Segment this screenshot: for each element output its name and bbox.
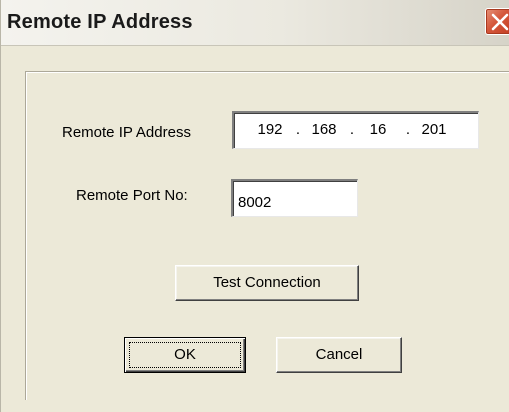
close-icon bbox=[491, 13, 509, 31]
ip-octet-2[interactable]: 168 bbox=[306, 121, 342, 138]
window-title: Remote IP Address bbox=[7, 11, 193, 33]
title-bar[interactable]: Remote IP Address bbox=[1, 0, 509, 46]
ip-octet-4[interactable]: 201 bbox=[416, 121, 452, 138]
ok-button[interactable]: OK bbox=[124, 337, 246, 373]
cancel-button[interactable]: Cancel bbox=[276, 337, 402, 373]
test-connection-button[interactable]: Test Connection bbox=[175, 265, 359, 301]
close-button[interactable] bbox=[485, 8, 509, 35]
focus-ring bbox=[129, 342, 241, 368]
ip-separator: . bbox=[295, 121, 301, 138]
ip-separator: . bbox=[349, 121, 355, 138]
port-input[interactable] bbox=[231, 179, 358, 217]
ip-octet-1[interactable]: 192 bbox=[252, 121, 288, 138]
port-label: Remote Port No: bbox=[76, 187, 188, 204]
ip-octet-3[interactable]: 16 bbox=[360, 121, 396, 138]
ip-address-field[interactable]: 192 . 168 . 16 . 201 bbox=[232, 111, 479, 149]
ip-separator: . bbox=[405, 121, 411, 138]
remote-ip-dialog: Remote IP Address Remote IP Address 192 … bbox=[0, 0, 509, 412]
ip-address-label: Remote IP Address bbox=[62, 124, 191, 141]
